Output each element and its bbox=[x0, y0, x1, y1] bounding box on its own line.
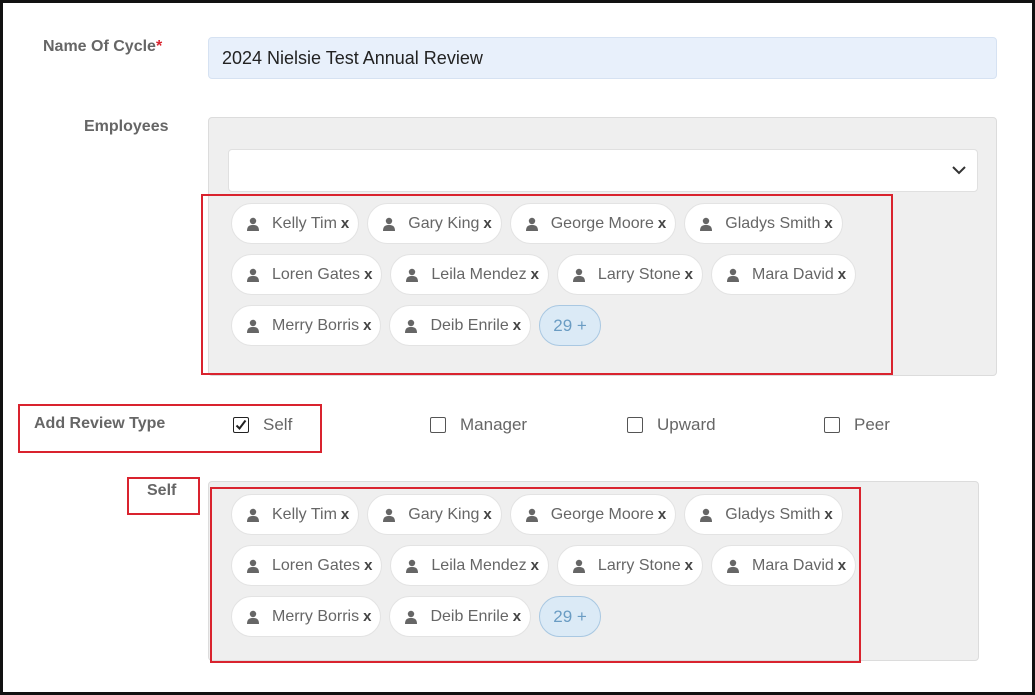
review-type-peer[interactable]: Peer bbox=[824, 415, 890, 435]
review-type-label: Manager bbox=[460, 415, 528, 434]
highlight-box-self-reviewers bbox=[210, 487, 861, 663]
employees-select[interactable] bbox=[228, 149, 978, 192]
cycle-name-label: Name Of Cycle* bbox=[43, 38, 163, 55]
checkbox-icon[interactable] bbox=[627, 417, 643, 433]
highlight-box-review-type bbox=[18, 404, 322, 453]
highlight-box-employees bbox=[201, 194, 893, 375]
cycle-name-input[interactable]: 2024 Nielsie Test Annual Review bbox=[208, 37, 997, 79]
checkbox-icon[interactable] bbox=[824, 417, 840, 433]
required-marker: * bbox=[155, 38, 163, 55]
checkbox-icon[interactable] bbox=[430, 417, 446, 433]
highlight-box-self-label bbox=[127, 477, 200, 515]
review-type-label: Peer bbox=[854, 415, 890, 434]
chevron-down-icon[interactable] bbox=[951, 162, 967, 178]
review-type-label: Upward bbox=[657, 415, 716, 434]
review-type-manager[interactable]: Manager bbox=[430, 415, 527, 435]
review-type-upward[interactable]: Upward bbox=[627, 415, 716, 435]
employees-label: Employees bbox=[84, 118, 169, 135]
